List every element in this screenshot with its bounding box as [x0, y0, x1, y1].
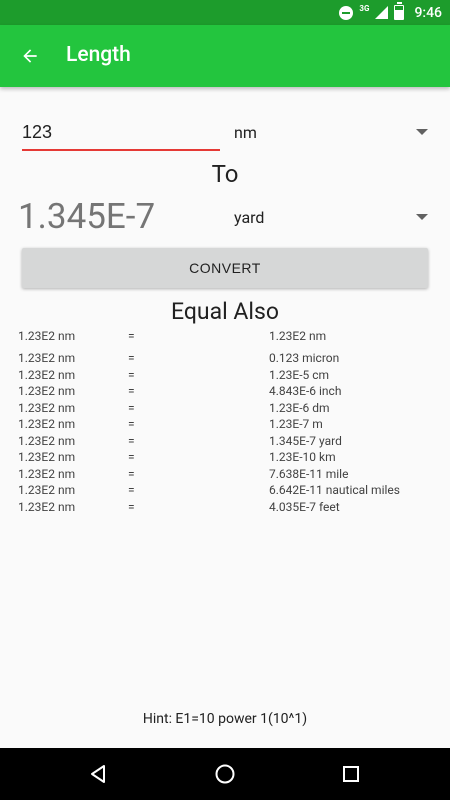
from-unit-value: nm: [234, 122, 257, 142]
equals-sign: =: [128, 466, 135, 481]
equivalents-list: 1.23E2 nm = 1.23E2 nm 1.23E2 nm = 0.123 …: [18, 326, 438, 514]
equals-sign: =: [128, 351, 135, 365]
from-value: 1.23E2 nm: [18, 417, 76, 431]
equals-sign: =: [128, 329, 135, 343]
do-not-disturb-icon: [339, 5, 354, 20]
page-title: Length: [66, 43, 131, 67]
list-item: 1.23E2 nm = 6.642E-11 nautical miles: [18, 480, 438, 497]
to-value: 1.345E-7 yard: [269, 433, 342, 448]
list-item: 1.23E2 nm = 4.035E-7 feet: [18, 497, 438, 514]
list-item: 1.23E2 nm = 1.23E-7 m: [18, 414, 438, 431]
value-input[interactable]: [22, 117, 220, 151]
list-item: 1.23E2 nm = 4.843E-6 inch: [18, 381, 438, 398]
equals-sign: =: [128, 450, 135, 464]
battery-icon: [394, 2, 405, 20]
equals-sign: =: [128, 483, 135, 497]
list-item: 1.23E2 nm = 1.23E-6 dm: [18, 398, 438, 415]
arrow-back-icon: [23, 49, 37, 63]
dropdown-arrow-icon: [416, 129, 428, 135]
from-value: 1.23E2 nm: [18, 384, 76, 398]
square-recents-icon: [343, 766, 359, 782]
list-item: 1.23E2 nm = 1.23E2 nm: [18, 326, 438, 348]
equals-sign: =: [128, 417, 135, 431]
status-icons: 3G 9:46: [339, 0, 442, 25]
signal-icon: [375, 6, 389, 19]
from-value: 1.23E2 nm: [18, 499, 76, 514]
back-button[interactable]: [14, 40, 46, 72]
network-type-label: 3G: [359, 4, 370, 13]
from-value: 1.23E2 nm: [18, 466, 76, 481]
app-bar: Length: [0, 25, 450, 87]
to-value: 0.123 micron: [269, 351, 340, 365]
from-value: 1.23E2 nm: [18, 483, 76, 497]
list-item: 1.23E2 nm = 1.345E-7 yard: [18, 431, 438, 448]
navigation-bar: [0, 748, 450, 800]
dropdown-arrow-icon: [416, 214, 428, 220]
from-unit-spinner[interactable]: nm: [234, 117, 428, 147]
list-item: 1.23E2 nm = 1.23E-5 cm: [18, 365, 438, 382]
equals-sign: =: [128, 499, 135, 514]
to-value: 7.638E-11 mile: [269, 466, 349, 481]
to-value: 4.843E-6 inch: [269, 384, 342, 398]
to-label: To: [211, 160, 239, 188]
from-value: 1.23E2 nm: [18, 351, 76, 365]
to-value: 1.23E-6 dm: [269, 400, 330, 415]
to-value: 4.035E-7 feet: [269, 499, 340, 514]
status-bar: 3G 9:46: [0, 0, 450, 25]
list-item: 1.23E2 nm = 7.638E-11 mile: [18, 464, 438, 481]
to-value: 1.23E-10 km: [269, 450, 336, 464]
list-item: 1.23E2 nm = 1.23E-10 km: [18, 447, 438, 464]
result-value: 1.345E-7: [18, 196, 156, 237]
equals-sign: =: [128, 433, 135, 448]
equal-also-heading: Equal Also: [170, 298, 279, 325]
nav-recents-button[interactable]: [339, 762, 363, 786]
status-time: 9:46: [414, 4, 442, 21]
to-unit-value: yard: [234, 207, 265, 227]
convert-button[interactable]: CONVERT: [22, 248, 428, 288]
hint-text: Hint: E1=10 power 1(10^1): [142, 711, 308, 727]
from-value: 1.23E2 nm: [18, 433, 76, 448]
to-value: 1.23E-5 cm: [269, 367, 330, 382]
equals-sign: =: [128, 367, 135, 382]
nav-home-button[interactable]: [213, 762, 237, 786]
from-value: 1.23E2 nm: [18, 329, 76, 343]
to-value: 1.23E2 nm: [269, 329, 327, 343]
to-value: 6.642E-11 nautical miles: [269, 483, 400, 497]
from-value: 1.23E2 nm: [18, 400, 76, 415]
to-unit-spinner[interactable]: yard: [234, 202, 428, 232]
circle-home-icon: [215, 764, 235, 784]
to-value: 1.23E-7 m: [269, 417, 323, 431]
from-value: 1.23E2 nm: [18, 367, 76, 382]
triangle-back-icon: [91, 765, 105, 783]
equals-sign: =: [128, 384, 135, 398]
nav-back-button[interactable]: [86, 762, 110, 786]
equals-sign: =: [128, 400, 135, 415]
from-value: 1.23E2 nm: [18, 450, 76, 464]
list-item: 1.23E2 nm = 0.123 micron: [18, 348, 438, 365]
